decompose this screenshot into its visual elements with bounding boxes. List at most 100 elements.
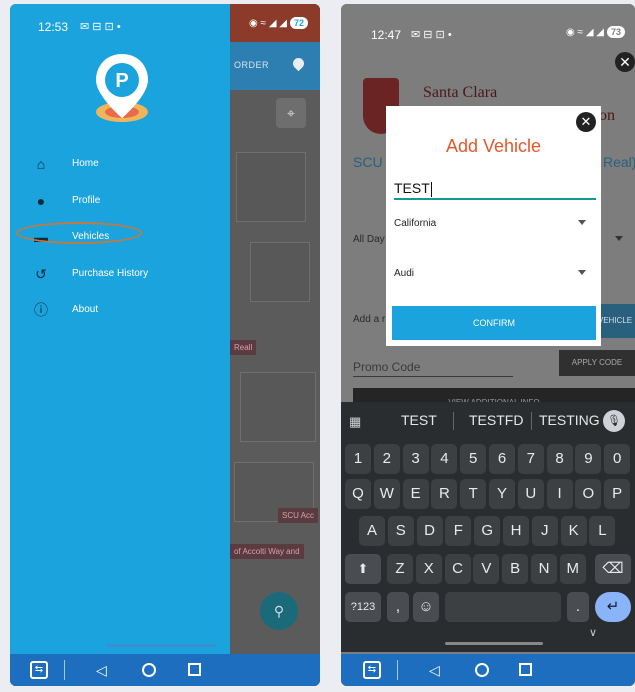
confirm-button[interactable]: CONFIRM [392, 306, 596, 340]
order-label[interactable]: ORDER [234, 60, 269, 70]
key-e[interactable]: E [402, 479, 429, 509]
signal-icon: ◉ ≈ ◢ ◢ [249, 18, 287, 29]
key-f[interactable]: F [445, 516, 472, 546]
key-5[interactable]: 5 [460, 444, 487, 474]
teamviewer-icon[interactable]: ⇆ [363, 661, 381, 679]
state-select[interactable]: California [394, 218, 594, 238]
battery-icon: 72 [289, 17, 308, 29]
system-nav-bar: ⇆ ◁ [10, 654, 320, 686]
space-key[interactable] [445, 592, 561, 622]
drawer-item-label: About [72, 304, 99, 315]
drawer-item-profile[interactable]: ● Profile [10, 186, 230, 216]
my-location-icon[interactable]: ⌖ [276, 98, 306, 128]
back-icon[interactable]: ◁ [429, 662, 440, 679]
suggestion-2[interactable]: TESTFD [469, 402, 523, 438]
phone-left: ORDER ⌖ Reall SCU Acc of Accolti Way and… [10, 4, 320, 686]
key-m[interactable]: M [559, 554, 586, 584]
microphone-icon[interactable]: 🎙 [603, 410, 625, 432]
symbols-key[interactable]: ?123 [345, 592, 381, 622]
key-2[interactable]: 2 [373, 444, 400, 474]
location-pin-icon[interactable] [290, 55, 307, 72]
period-key[interactable]: . [567, 592, 589, 622]
key-0[interactable]: 0 [604, 444, 631, 474]
teamviewer-icon[interactable]: ⇆ [30, 661, 48, 679]
close-icon[interactable]: ✕ [615, 52, 635, 72]
drawer-item-home[interactable]: ⌂ Home [10, 149, 230, 179]
key-t[interactable]: T [460, 479, 487, 509]
school-name-fragment: on [599, 107, 615, 124]
key-c[interactable]: C [444, 554, 471, 584]
school-name: Santa Clara [423, 84, 498, 101]
key-s[interactable]: S [387, 516, 414, 546]
key-b[interactable]: B [502, 554, 529, 584]
key-3[interactable]: 3 [402, 444, 429, 474]
home-circle-icon[interactable] [475, 663, 489, 677]
dialog-title: Add Vehicle [445, 136, 542, 156]
promo-code-input[interactable]: Promo Code [353, 360, 420, 374]
key-k[interactable]: K [560, 516, 587, 546]
drawer-item-label: Profile [72, 195, 101, 206]
svg-text:P: P [115, 70, 128, 92]
key-a[interactable]: A [359, 516, 385, 546]
key-g[interactable]: G [474, 516, 501, 546]
emoji-icon[interactable]: ☺ [413, 592, 439, 622]
recents-icon[interactable] [519, 663, 532, 676]
add-vehicle-dialog: ✕ Add Vehicle TEST California Audi CONFI… [386, 106, 601, 346]
drawer-item-about[interactable]: ⓘ About [10, 295, 230, 325]
key-q[interactable]: Q [345, 479, 371, 509]
soft-keyboard: ▦ TEST TESTFD TESTING 🎙 1234567890 QWERT… [341, 402, 635, 652]
add-vehicle-button[interactable]: VEHICLE [595, 304, 635, 338]
key-9[interactable]: 9 [575, 444, 602, 474]
key-w[interactable]: W [373, 479, 400, 509]
key-d[interactable]: D [416, 516, 443, 546]
vehicles-highlight-annotation [16, 222, 142, 244]
status-signal-icons: ◉ ≈ ◢ ◢ 72 [249, 17, 308, 29]
key-j[interactable]: J [531, 516, 558, 546]
notification-icons: ✉ ⊟ ⊡ • [80, 21, 121, 33]
key-v[interactable]: V [473, 554, 500, 584]
status-bar: 12:47 ✉ ⊟ ⊡ • ◉ ≈ ◢ ◢ 73 [341, 4, 635, 44]
key-r[interactable]: R [431, 479, 458, 509]
map-view[interactable]: ORDER ⌖ Reall SCU Acc of Accolti Way and… [230, 42, 320, 654]
chevron-down-icon[interactable] [615, 236, 623, 241]
status-bar: 12:53 ✉ ⊟ ⊡ • ◉ ≈ ◢ ◢ 72 [10, 4, 320, 42]
home-circle-icon[interactable] [142, 663, 156, 677]
enter-key[interactable]: ↵ [595, 592, 631, 622]
recents-icon[interactable] [188, 663, 201, 676]
key-p[interactable]: P [604, 479, 631, 509]
key-z[interactable]: Z [387, 554, 413, 584]
key-n[interactable]: N [531, 554, 557, 584]
signal-icon: ◉ ≈ ◢ ◢ [566, 27, 604, 38]
license-plate-input[interactable]: TEST [394, 178, 596, 200]
map-tag-real: Reall [230, 340, 257, 355]
key-7[interactable]: 7 [517, 444, 544, 474]
apply-code-button[interactable]: APPLY CODE [559, 350, 635, 376]
map-top-bar: ORDER [230, 42, 320, 90]
back-icon[interactable]: ◁ [96, 662, 107, 679]
key-h[interactable]: H [503, 516, 529, 546]
key-o[interactable]: O [575, 479, 602, 509]
comma-key[interactable]: , [387, 592, 409, 622]
key-x[interactable]: X [415, 554, 442, 584]
keyboard-menu-icon[interactable]: ▦ [349, 414, 365, 429]
key-6[interactable]: 6 [489, 444, 515, 474]
key-1[interactable]: 1 [345, 444, 371, 474]
backspace-key[interactable]: ⌫ [595, 554, 631, 584]
promo-underline [353, 376, 513, 377]
key-l[interactable]: L [589, 516, 616, 546]
shift-key[interactable]: ⬆ [345, 554, 381, 584]
suggestion-3[interactable]: TESTING [539, 402, 600, 438]
suggestion-1[interactable]: TEST [401, 402, 437, 438]
drawer-item-purchase-history[interactable]: ↺ Purchase History [10, 259, 230, 289]
search-fab-icon[interactable]: ⚲ [260, 592, 298, 630]
key-i[interactable]: I [546, 479, 573, 509]
make-select[interactable]: Audi [394, 268, 594, 288]
key-y[interactable]: Y [489, 479, 515, 509]
key-4[interactable]: 4 [431, 444, 458, 474]
key-8[interactable]: 8 [546, 444, 573, 474]
battery-icon: 73 [606, 26, 625, 38]
key-u[interactable]: U [517, 479, 544, 509]
hide-keyboard-icon[interactable]: ∨ [589, 626, 597, 639]
phone-right-screen: 12:47 ✉ ⊟ ⊡ • ◉ ≈ ◢ ◢ 73 ✕ Santa Clara on… [341, 4, 635, 686]
dialog-close-icon[interactable]: ✕ [576, 112, 596, 132]
